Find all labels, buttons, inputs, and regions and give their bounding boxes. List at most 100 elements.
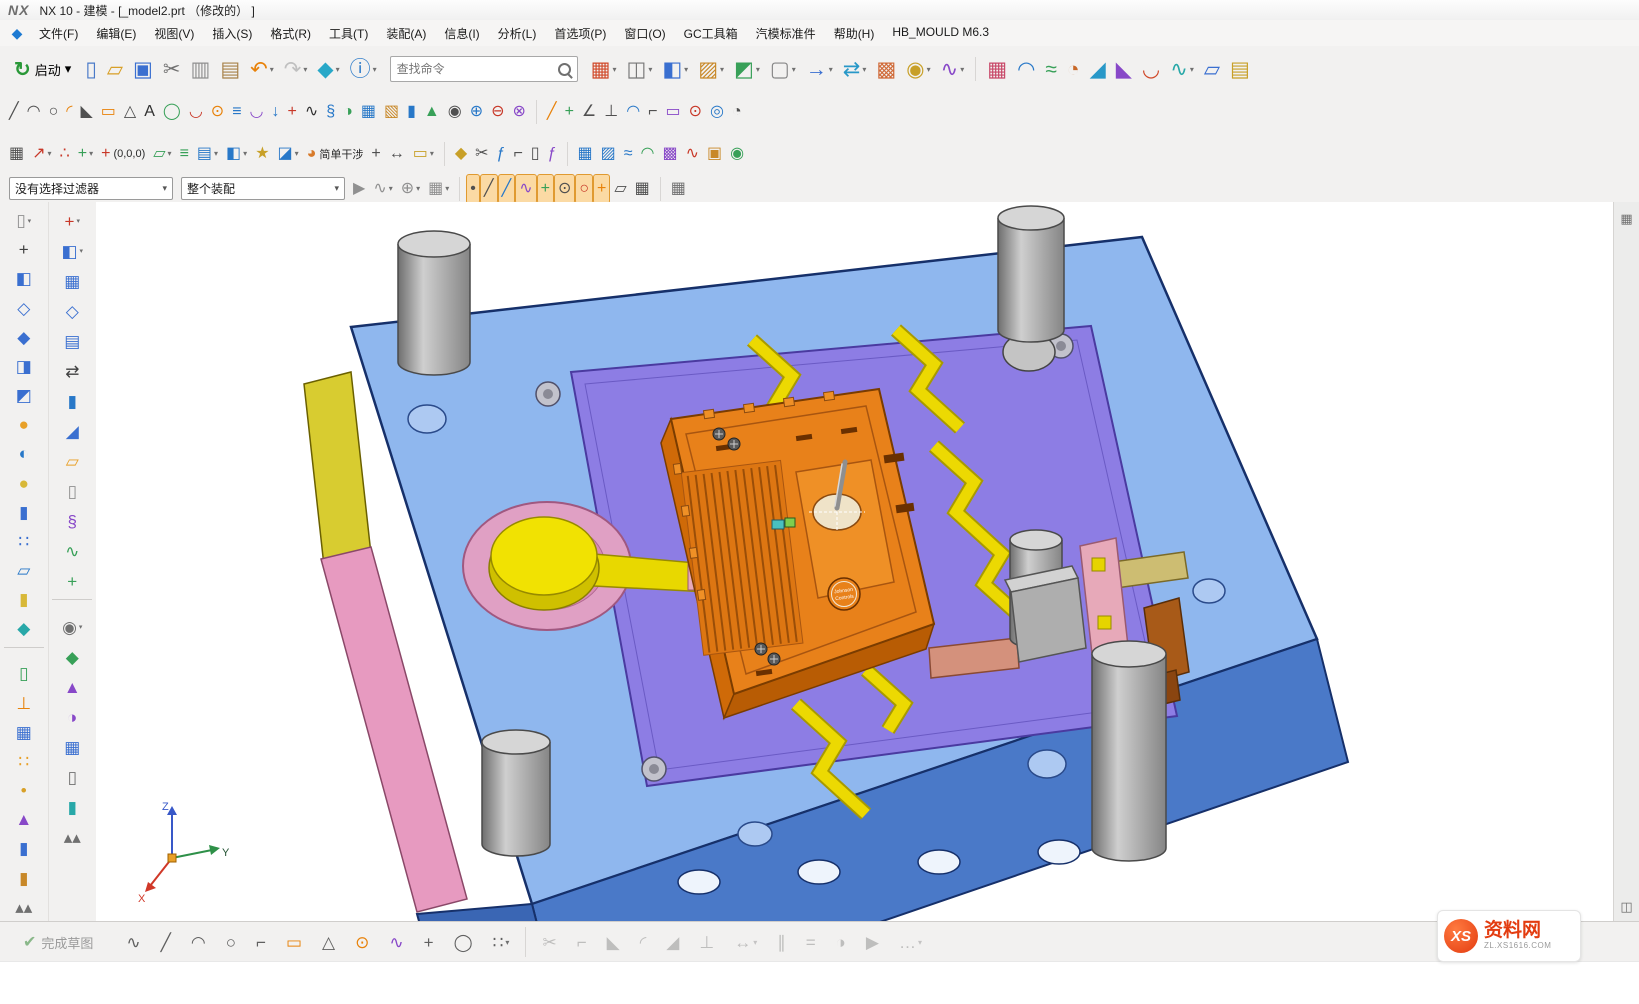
- rectangle-sketch-icon[interactable]: ▭: [282, 925, 306, 959]
- raster-image-icon[interactable]: ▣: [703, 139, 726, 169]
- point-sketch-icon[interactable]: ⊙: [351, 925, 373, 959]
- datum-axis-icon[interactable]: +: [561, 97, 578, 127]
- snap-endpoint-icon[interactable]: ╱: [480, 174, 498, 204]
- subtract-icon[interactable]: ⊖: [487, 97, 508, 127]
- corner-icon[interactable]: ⌐: [252, 925, 270, 959]
- spline-icon[interactable]: ∿: [301, 97, 322, 127]
- datum-plane-icon[interactable]: ▱▾: [149, 139, 175, 169]
- mirror-body-icon[interactable]: ◑: [49, 702, 95, 732]
- tangent-curve-icon[interactable]: ◠: [622, 97, 644, 127]
- offset-curve-icon[interactable]: ≡: [228, 97, 245, 127]
- measure-distance-icon[interactable]: ╱: [543, 97, 561, 127]
- draft-face-icon[interactable]: ◢: [49, 416, 95, 446]
- profile-icon[interactable]: ∿: [122, 925, 144, 959]
- search-icon[interactable]: [558, 63, 571, 76]
- window-icon[interactable]: ▢▾: [765, 49, 801, 89]
- mirror-sketch-icon[interactable]: ◑: [832, 925, 850, 959]
- equal-constraint-icon[interactable]: =: [802, 925, 820, 959]
- dimension-icon[interactable]: ↔▾: [730, 925, 761, 959]
- cylinder-tool-icon[interactable]: ▮: [1, 498, 47, 527]
- deform-surface-icon[interactable]: ∿: [682, 139, 703, 169]
- constraint-icon[interactable]: ⊥: [695, 925, 718, 959]
- gem-facet-icon[interactable]: ◆: [1, 614, 47, 643]
- sidebar-scroll-down-icon[interactable]: ▴▴: [49, 822, 95, 852]
- move-face-icon[interactable]: ◧▾: [49, 236, 95, 266]
- sync-views-icon[interactable]: ⇄▾: [838, 49, 872, 89]
- snap-intersection-icon[interactable]: +: [593, 174, 610, 204]
- frame-icon[interactable]: ▭: [662, 97, 685, 127]
- render-sphere-icon[interactable]: ●: [1, 410, 47, 439]
- viewport-3d[interactable]: Johnson Controls: [96, 202, 1614, 922]
- sketch-curve-icon[interactable]: ∿: [49, 536, 95, 566]
- datum-grid-icon[interactable]: ▦: [982, 49, 1012, 89]
- layer-settings-icon[interactable]: ≡: [176, 139, 193, 169]
- chamfer-sketch-icon[interactable]: ◢: [662, 925, 683, 959]
- wireframe-box-icon[interactable]: ◇: [1, 294, 47, 323]
- revolve-icon[interactable]: ▲: [420, 97, 444, 127]
- new-file-icon[interactable]: ▯: [80, 49, 102, 89]
- paste-icon[interactable]: ▤: [215, 49, 245, 89]
- graphics-window[interactable]: Johnson Controls: [96, 202, 1614, 922]
- cut-icon[interactable]: ✂: [158, 49, 186, 89]
- swept-icon[interactable]: ◠: [637, 139, 659, 169]
- grid-snap-icon[interactable]: +: [367, 139, 384, 169]
- intersect-curve-icon[interactable]: +: [284, 97, 301, 127]
- menu-edit[interactable]: 编辑(E): [87, 22, 145, 45]
- mesh-surface-icon[interactable]: ▦: [574, 139, 597, 169]
- barrel-icon[interactable]: ▮: [1, 864, 47, 893]
- save-icon[interactable]: ▣: [128, 49, 158, 89]
- restore-panel-icon[interactable]: ▦: [1618, 206, 1634, 230]
- book-icon[interactable]: ▤: [1225, 49, 1255, 89]
- box-array-icon[interactable]: ▦: [49, 266, 95, 296]
- helix-tool-icon[interactable]: §: [49, 506, 95, 536]
- curve-analysis-icon[interactable]: ∿▾: [936, 49, 970, 89]
- menu-insert[interactable]: 插入(S): [203, 22, 261, 45]
- heatmap-icon[interactable]: ▩: [871, 49, 901, 89]
- face-edges-icon[interactable]: ◨: [1, 352, 47, 381]
- menu-view[interactable]: 视图(V): [145, 22, 203, 45]
- general-select-icon[interactable]: ▶: [349, 174, 369, 204]
- mirror-curve-icon[interactable]: ◑: [339, 97, 357, 127]
- window-layout-icon[interactable]: ▦▾: [586, 49, 622, 89]
- snapshot-icon[interactable]: ▨▾: [693, 49, 729, 89]
- point-set-icon[interactable]: ∴: [56, 139, 74, 169]
- note-icon[interactable]: ▯: [527, 139, 544, 169]
- menu-help[interactable]: 帮助(H): [825, 22, 884, 45]
- scene-settings-icon[interactable]: ◉: [726, 139, 748, 169]
- pattern-array-icon[interactable]: ∷: [1, 527, 47, 556]
- arc-length-icon[interactable]: ◔: [728, 97, 746, 127]
- arc-icon[interactable]: ◠: [23, 97, 45, 127]
- bolt-circle-icon[interactable]: ◎: [706, 97, 728, 127]
- battery-icon[interactable]: ▯: [1, 659, 47, 688]
- pattern-curve-icon[interactable]: ∷▾: [489, 925, 514, 959]
- fillet-sketch-icon[interactable]: ◜: [636, 925, 651, 959]
- text-icon[interactable]: A: [140, 97, 159, 127]
- orient-view-icon[interactable]: ◩: [1, 381, 47, 410]
- menu-tools[interactable]: 工具(T): [320, 22, 377, 45]
- flip-display-icon[interactable]: ◐: [1, 439, 47, 468]
- n-sided-surface-icon[interactable]: ▩: [659, 139, 682, 169]
- assembly-cubes-icon[interactable]: ▦: [1, 718, 47, 747]
- menu-preferences[interactable]: 首选项(P): [545, 22, 615, 45]
- section-surface-icon[interactable]: ◡: [1137, 49, 1165, 89]
- part-navigator-icon[interactable]: ▦: [5, 139, 28, 169]
- snap-center-icon[interactable]: ⊙: [554, 174, 575, 204]
- datum-csys-icon[interactable]: +: [49, 566, 95, 596]
- sheet-icon[interactable]: ▱: [1199, 49, 1225, 89]
- start-button[interactable]: ↻ 启动 ▾: [5, 52, 80, 86]
- curve-corner-icon[interactable]: ⌐: [644, 97, 661, 127]
- shaded-view-icon[interactable]: ◧▾: [657, 49, 693, 89]
- gear-assembly-icon[interactable]: ◉▾: [49, 612, 95, 642]
- bridge-curve-icon[interactable]: ◡: [246, 97, 268, 127]
- purple-cone-icon[interactable]: ▲: [1, 805, 47, 834]
- trim-tool-icon[interactable]: ✂: [471, 139, 492, 169]
- sheet-grid-icon[interactable]: ▦: [357, 97, 380, 127]
- select-group-icon[interactable]: ⊕▾: [397, 174, 424, 204]
- pull-face-icon[interactable]: ↗▾: [28, 139, 55, 169]
- finish-sketch-button[interactable]: ✔ 完成草图: [14, 927, 102, 957]
- chamfer-icon[interactable]: ◣: [76, 97, 96, 127]
- open-icon[interactable]: ▱: [102, 49, 128, 89]
- simple-interference-button[interactable]: ◕简单干涉: [303, 139, 368, 169]
- menu-window[interactable]: 窗口(O): [615, 22, 674, 45]
- table-icon[interactable]: ▤: [49, 326, 95, 356]
